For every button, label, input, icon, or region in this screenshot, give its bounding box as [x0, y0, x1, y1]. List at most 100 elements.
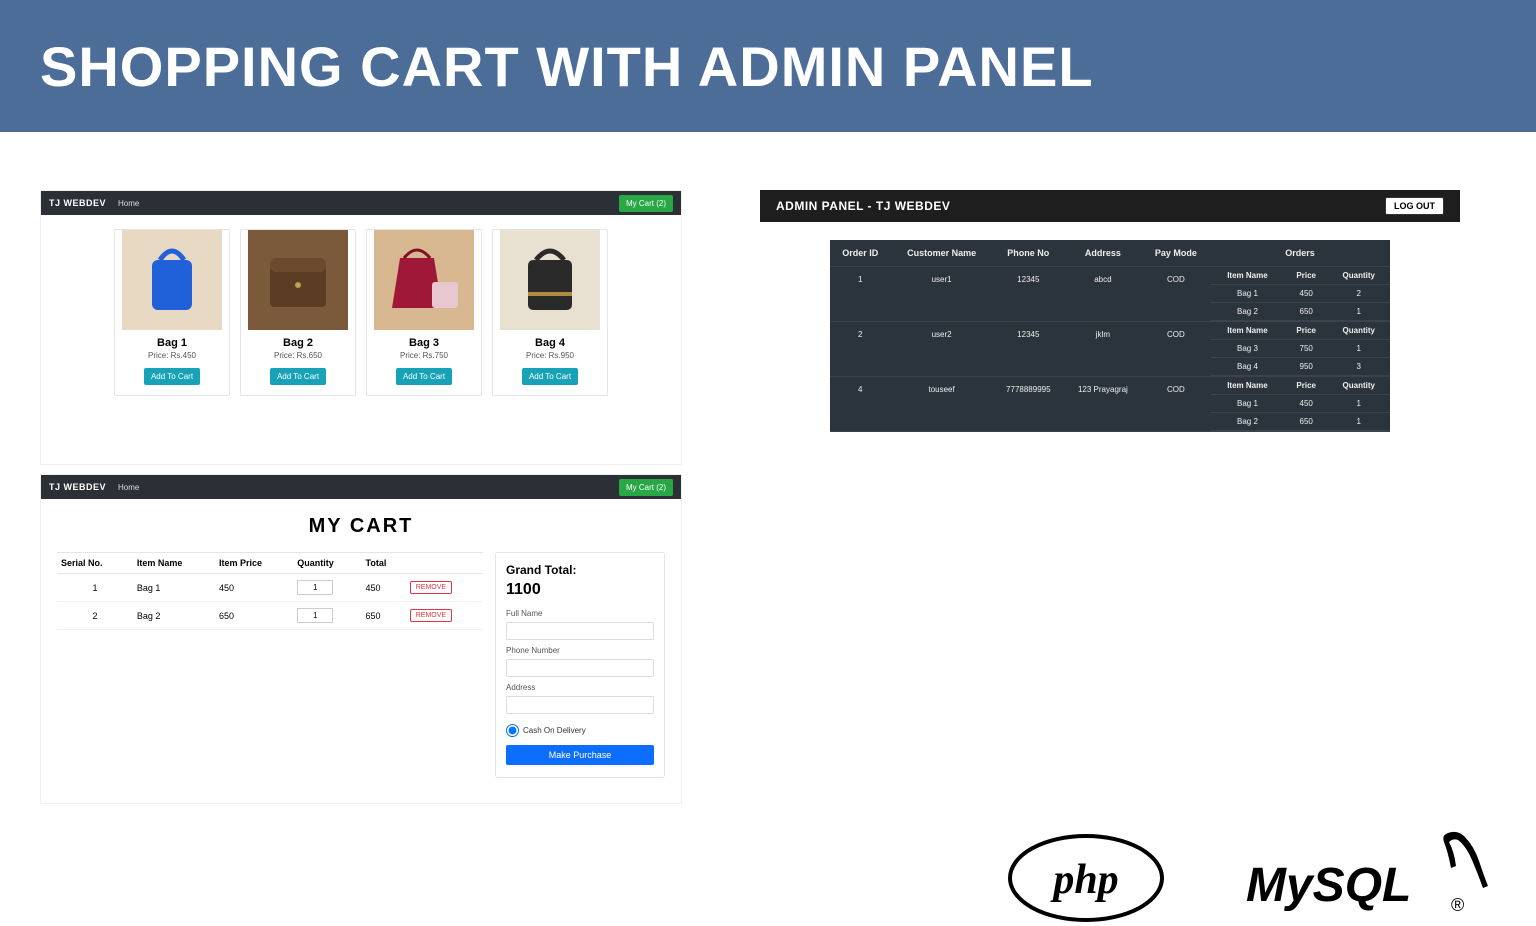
add-to-cart-button[interactable]: Add To Cart — [522, 368, 578, 385]
product-card: Bag 3 Price: Rs.750 Add To Cart — [366, 229, 482, 396]
col-qty: Quantity — [293, 553, 361, 574]
sub-col-item: Item Name — [1210, 377, 1285, 395]
cart-row: 1 Bag 1 450 450 REMOVE — [57, 574, 483, 602]
product-price: Price: Rs.750 — [367, 351, 481, 360]
product-price: Price: Rs.950 — [493, 351, 607, 360]
order-row: 2 user2 12345 jklm COD Item Name Price Q… — [830, 322, 1390, 377]
product-card: Bag 1 Price: Rs.450 Add To Cart — [114, 229, 230, 396]
cell-item-qty: 2 — [1327, 285, 1390, 303]
orders-table: Order ID Customer Name Phone No Address … — [830, 240, 1390, 432]
grand-total-value: 1100 — [506, 581, 654, 599]
cell-order-id: 1 — [830, 267, 891, 322]
cell-item-price: 650 — [1285, 303, 1328, 321]
tech-logos: php MySQL ® — [1006, 826, 1496, 926]
cart-screenshot: TJ WEBDEV Home My Cart (2) MY CART Seria… — [40, 474, 682, 804]
remove-button[interactable]: REMOVE — [410, 581, 452, 594]
cart-my-cart-button[interactable]: My Cart (2) — [619, 479, 673, 496]
cell-item: Bag 2 — [1210, 303, 1285, 321]
cell-total: 650 — [362, 602, 406, 630]
make-purchase-button[interactable]: Make Purchase — [506, 745, 654, 765]
cell-item: Bag 3 — [1210, 340, 1285, 358]
cell-customer: touseef — [891, 377, 993, 432]
cell-item-price: 450 — [1285, 285, 1328, 303]
fullname-input[interactable] — [506, 622, 654, 640]
order-item-row: Bag 1 450 1 — [1210, 395, 1390, 413]
cell-item-qty: 1 — [1327, 340, 1390, 358]
product-card: Bag 4 Price: Rs.950 Add To Cart — [492, 229, 608, 396]
order-row: 4 touseef 7778889995 123 Prayagraj COD I… — [830, 377, 1390, 432]
col-total: Total — [362, 553, 406, 574]
cell-name: Bag 1 — [133, 574, 215, 602]
add-to-cart-button[interactable]: Add To Cart — [396, 368, 452, 385]
cart-home-link[interactable]: Home — [118, 483, 139, 492]
home-link[interactable]: Home — [118, 199, 139, 208]
cell-phone: 12345 — [993, 267, 1064, 322]
shop-navbar: TJ WEBDEV Home My Cart (2) — [41, 191, 681, 215]
cart-navbar: TJ WEBDEV Home My Cart (2) — [41, 475, 681, 499]
cell-phone: 12345 — [993, 322, 1064, 377]
cell-phone: 7778889995 — [993, 377, 1064, 432]
cell-total: 450 — [362, 574, 406, 602]
cell-order-id: 2 — [830, 322, 891, 377]
admin-navbar: ADMIN PANEL - TJ WEBDEV LOG OUT — [760, 190, 1460, 222]
cell-item-price: 750 — [1285, 340, 1328, 358]
col-price: Item Price — [215, 553, 293, 574]
svg-text:®: ® — [1451, 895, 1464, 915]
sub-col-price: Price — [1285, 377, 1328, 395]
col-order-id: Order ID — [830, 240, 891, 267]
cod-radio[interactable] — [506, 724, 519, 737]
cart-row: 2 Bag 2 650 650 REMOVE — [57, 602, 483, 630]
qty-input[interactable] — [297, 580, 333, 595]
product-image — [493, 230, 607, 330]
product-image — [115, 230, 229, 330]
address-label: Address — [506, 683, 654, 692]
admin-screenshot: ADMIN PANEL - TJ WEBDEV LOG OUT Order ID… — [760, 190, 1460, 640]
phone-label: Phone Number — [506, 646, 654, 655]
product-name: Bag 4 — [493, 337, 607, 349]
qty-input[interactable] — [297, 608, 333, 623]
hero-banner: SHOPPING CART WITH ADMIN PANEL — [0, 0, 1536, 132]
cell-sn: 1 — [57, 574, 133, 602]
col-sn: Serial No. — [57, 553, 133, 574]
phone-input[interactable] — [506, 659, 654, 677]
sub-col-qty: Quantity — [1327, 377, 1390, 395]
sub-col-price: Price — [1285, 267, 1328, 285]
sub-col-qty: Quantity — [1327, 267, 1390, 285]
cell-customer: user1 — [891, 267, 993, 322]
col-phone: Phone No — [993, 240, 1064, 267]
cell-item-qty: 1 — [1327, 303, 1390, 321]
remove-button[interactable]: REMOVE — [410, 609, 452, 622]
cell-order-id: 4 — [830, 377, 891, 432]
order-row: 1 user1 12345 abcd COD Item Name Price Q… — [830, 267, 1390, 322]
col-customer: Customer Name — [891, 240, 993, 267]
order-item-row: Bag 1 450 2 — [1210, 285, 1390, 303]
add-to-cart-button[interactable]: Add To Cart — [270, 368, 326, 385]
cell-item-price: 450 — [1285, 395, 1328, 413]
sub-col-item: Item Name — [1210, 267, 1285, 285]
cell-customer: user2 — [891, 322, 993, 377]
order-item-row: Bag 4 950 3 — [1210, 358, 1390, 376]
col-name: Item Name — [133, 553, 215, 574]
cell-paymode: COD — [1142, 377, 1210, 432]
address-input[interactable] — [506, 696, 654, 714]
my-cart-button[interactable]: My Cart (2) — [619, 195, 673, 212]
sub-col-price: Price — [1285, 322, 1328, 340]
product-price: Price: Rs.450 — [115, 351, 229, 360]
cod-label: Cash On Delivery — [523, 726, 586, 735]
cell-price: 450 — [215, 574, 293, 602]
cell-item: Bag 2 — [1210, 413, 1285, 431]
fullname-label: Full Name — [506, 609, 654, 618]
product-image — [367, 230, 481, 330]
cell-item-price: 950 — [1285, 358, 1328, 376]
cell-item: Bag 4 — [1210, 358, 1285, 376]
shop-screenshot: TJ WEBDEV Home My Cart (2) Bag 1 Price: … — [40, 190, 682, 465]
add-to-cart-button[interactable]: Add To Cart — [144, 368, 200, 385]
product-name: Bag 3 — [367, 337, 481, 349]
mysql-logo-icon: MySQL ® — [1246, 826, 1496, 926]
cell-item-qty: 3 — [1327, 358, 1390, 376]
logout-button[interactable]: LOG OUT — [1385, 197, 1444, 215]
order-item-row: Bag 2 650 1 — [1210, 303, 1390, 321]
order-item-row: Bag 2 650 1 — [1210, 413, 1390, 431]
grand-total-label: Grand Total: — [506, 563, 654, 577]
cart-table: Serial No. Item Name Item Price Quantity… — [57, 552, 483, 778]
